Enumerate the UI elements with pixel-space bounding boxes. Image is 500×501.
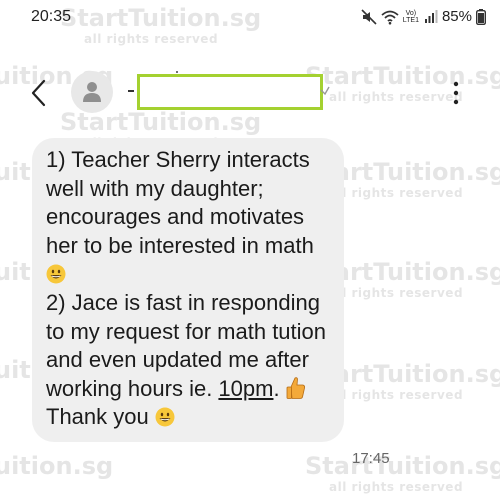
volte-label: Vo) — [405, 9, 417, 17]
chevron-left-icon — [31, 79, 46, 107]
lte-label: LTE1 — [402, 16, 419, 24]
more-options-button[interactable] — [449, 80, 463, 106]
status-time: 20:35 — [31, 8, 72, 25]
message-bubble[interactable]: 1) Teacher Sherry interacts well with my… — [32, 138, 344, 442]
back-button[interactable] — [26, 78, 52, 108]
message-after-time: . — [273, 375, 286, 401]
contact-details-toggle[interactable] — [318, 84, 332, 98]
mute-icon — [361, 8, 377, 25]
watermark-notice: all rights reserved — [329, 480, 464, 494]
name-mark — [128, 90, 134, 92]
status-bar: 20:35 Vo) LTE1 85% — [0, 0, 500, 36]
message-text: 1) Teacher Sherry interacts well with my… — [46, 146, 336, 432]
chevron-down-icon — [320, 86, 330, 96]
watermark-notice: all rights reserved — [329, 286, 464, 300]
message-timestamp: 17:45 — [352, 450, 390, 467]
status-icons: Vo) LTE1 85% — [361, 8, 486, 25]
battery-icon — [476, 8, 486, 25]
battery-level: 85% — [441, 8, 472, 25]
time-link[interactable]: 10pm — [218, 376, 273, 401]
contact-name[interactable] — [137, 74, 323, 110]
person-icon — [83, 82, 101, 102]
watermark-notice: all rights reserved — [329, 388, 464, 402]
more-vertical-icon — [453, 81, 459, 105]
watermark-notice: all rights reserved — [329, 186, 464, 200]
signal-icon — [424, 9, 438, 24]
name-mark — [176, 71, 178, 73]
message-point-1: 1) Teacher Sherry interacts well with my… — [46, 147, 320, 258]
wifi-icon — [381, 9, 399, 25]
grinning-face-emoji — [155, 407, 175, 427]
watermark: StartTuition.sg — [0, 452, 113, 480]
avatar[interactable] — [71, 71, 113, 113]
watermark: StartTuition.sg all rights reserved — [305, 452, 500, 494]
lte-indicator: Vo) LTE1 — [403, 10, 419, 24]
grinning-face-emoji — [46, 264, 66, 284]
conversation-header — [0, 64, 500, 120]
watermark-brand: StartTuition.sg — [0, 452, 114, 480]
watermark-brand: StartTuition.sg — [305, 452, 500, 480]
thumbs-up-emoji — [286, 377, 305, 399]
